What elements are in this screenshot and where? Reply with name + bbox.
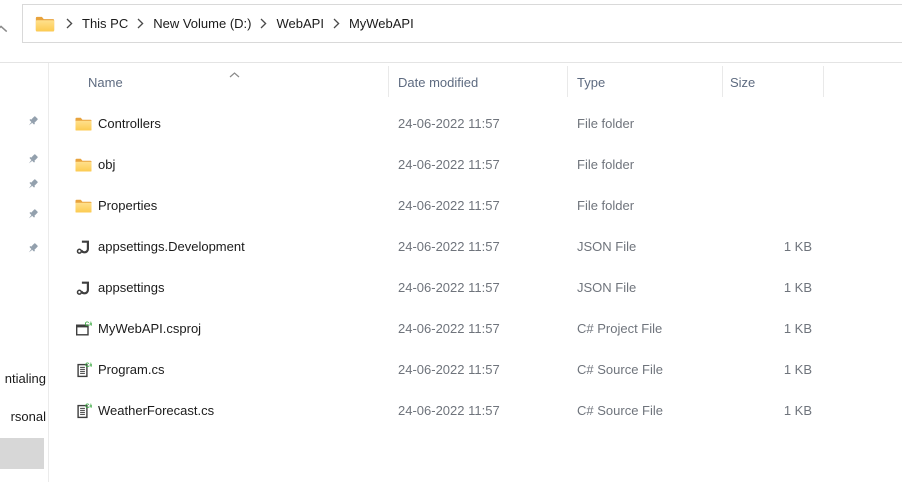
file-list: Name Date modified Type Size Controllers… (48, 63, 902, 482)
svg-text:C#: C# (85, 321, 92, 328)
breadcrumb-item[interactable]: WebAPI (276, 16, 323, 31)
nav-item-label-truncated[interactable]: ntialing (5, 371, 46, 386)
folder-icon (35, 16, 55, 32)
json-icon (75, 238, 92, 255)
file-date-modified: 24-06-2022 11:57 (398, 362, 500, 377)
column-divider[interactable] (388, 66, 389, 97)
file-type: JSON File (577, 280, 637, 295)
file-type: File folder (577, 198, 635, 213)
folder-icon (75, 197, 92, 214)
column-header-size[interactable]: Size (730, 75, 755, 90)
file-name: obj (98, 157, 116, 172)
file-name: appsettings (98, 280, 165, 295)
folder-icon (75, 115, 92, 132)
breadcrumb-chevron-right-icon[interactable] (66, 18, 73, 29)
file-size: 1 KB (783, 239, 812, 254)
file-date-modified: 24-06-2022 11:57 (398, 239, 500, 254)
csproj-icon: C# (75, 320, 92, 337)
pin-icon[interactable] (26, 115, 39, 128)
file-row[interactable]: Controllers 24-06-2022 11:57 File folder (48, 103, 902, 144)
file-row[interactable]: appsettings.Development 24-06-2022 11:57 J… (48, 226, 902, 267)
file-date-modified: 24-06-2022 11:57 (398, 280, 500, 295)
explorer-top-bar: This PC New Volume (D:) WebAPI MyWebAPI (0, 0, 902, 62)
file-name: Program.cs (98, 362, 165, 377)
file-row[interactable]: C# Program.cs 24-06-2022 11:57 C# Source Fi… (48, 349, 902, 390)
file-date-modified: 24-06-2022 11:57 (398, 403, 500, 418)
file-date-modified: 24-06-2022 11:57 (398, 116, 500, 131)
file-row[interactable]: Properties 24-06-2022 11:57 File folder (48, 185, 902, 226)
file-name: Properties (98, 198, 158, 213)
file-type: File folder (577, 116, 635, 131)
navigation-pane: ntialing rsonal (0, 63, 49, 482)
pin-icon[interactable] (26, 242, 39, 255)
column-header-row: Name Date modified Type Size (48, 63, 902, 103)
file-row[interactable]: appsettings 24-06-2022 11:57 JSON File 1 KB (48, 267, 902, 308)
pin-icon[interactable] (26, 178, 39, 191)
breadcrumb-item[interactable]: MyWebAPI (349, 16, 414, 31)
breadcrumb-item[interactable]: This PC (82, 16, 128, 31)
sort-ascending-caret-icon (229, 65, 240, 83)
json-icon (75, 279, 92, 296)
breadcrumb-item[interactable]: New Volume (D:) (153, 16, 251, 31)
file-name: WeatherForecast.cs (98, 403, 215, 418)
file-name: Controllers (98, 116, 161, 131)
file-type: C# Project File (577, 321, 663, 336)
svg-text:C#: C# (85, 404, 92, 410)
cs-icon: C# (75, 402, 92, 419)
folder-icon (75, 156, 92, 173)
cs-icon: C# (75, 361, 92, 378)
column-divider[interactable] (722, 66, 723, 97)
file-date-modified: 24-06-2022 11:57 (398, 157, 500, 172)
column-divider[interactable] (823, 66, 824, 97)
file-row[interactable]: obj 24-06-2022 11:57 File folder (48, 144, 902, 185)
file-type: C# Source File (577, 362, 663, 377)
file-size: 1 KB (783, 280, 812, 295)
file-size: 1 KB (783, 321, 812, 336)
file-type: File folder (577, 157, 635, 172)
file-type: JSON File (577, 239, 637, 254)
file-date-modified: 24-06-2022 11:57 (398, 198, 500, 213)
column-header-date-modified[interactable]: Date modified (398, 75, 478, 90)
address-bar[interactable]: This PC New Volume (D:) WebAPI MyWebAPI (22, 4, 902, 43)
breadcrumb-chevron-right-icon[interactable] (137, 18, 144, 29)
file-name: appsettings.Development (98, 239, 245, 254)
file-date-modified: 24-06-2022 11:57 (398, 321, 500, 336)
column-header-type[interactable]: Type (577, 75, 605, 90)
file-size: 1 KB (783, 403, 812, 418)
breadcrumb-chevron-right-icon[interactable] (260, 18, 268, 29)
column-divider[interactable] (567, 66, 568, 97)
column-header-name[interactable]: Name (88, 75, 123, 90)
explorer-content: ntialing rsonal Name Date modified Type … (0, 62, 902, 482)
svg-text:C#: C# (85, 363, 92, 369)
pin-icon[interactable] (26, 153, 39, 166)
file-name: MyWebAPI.csproj (98, 321, 202, 336)
breadcrumb: This PC New Volume (D:) WebAPI MyWebAPI (57, 16, 414, 31)
pin-icon[interactable] (26, 208, 39, 221)
breadcrumb-chevron-right-icon[interactable] (333, 18, 340, 29)
file-size: 1 KB (783, 362, 812, 377)
file-type: C# Source File (577, 403, 663, 418)
file-row[interactable]: C# MyWebAPI.csproj 24-06-2022 11:57 C# Proj… (48, 308, 902, 349)
navigate-up-icon[interactable] (0, 20, 8, 38)
file-row[interactable]: C# WeatherForecast.cs 24-06-2022 11:57 C# S… (48, 390, 902, 431)
nav-item-selected-highlight[interactable] (0, 438, 44, 469)
nav-item-label-truncated[interactable]: rsonal (11, 409, 46, 424)
